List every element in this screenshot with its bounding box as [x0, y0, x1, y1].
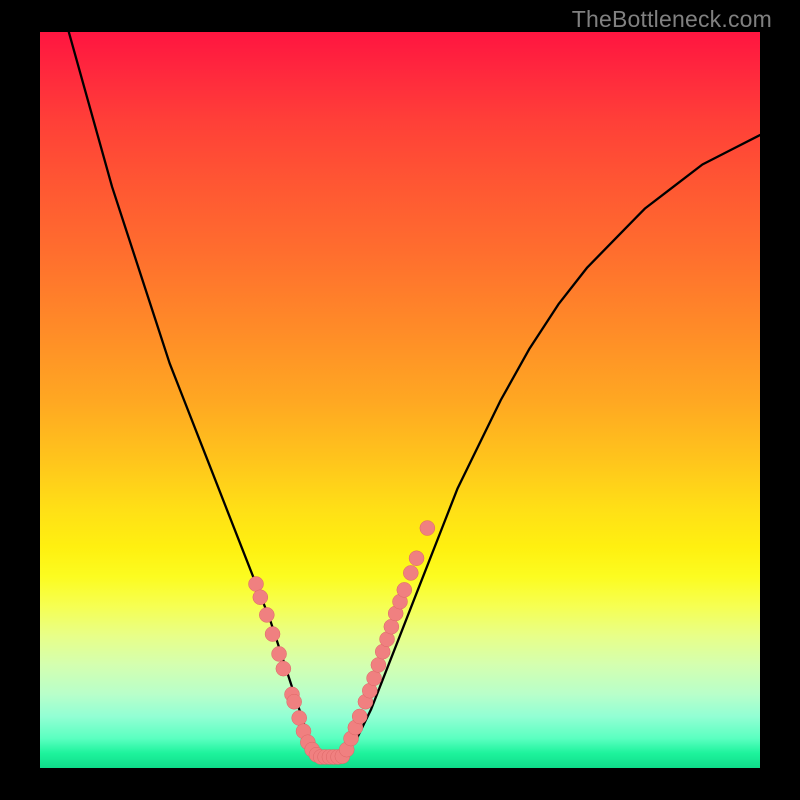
chart-frame: TheBottleneck.com [0, 0, 800, 800]
watermark-text: TheBottleneck.com [572, 6, 772, 33]
data-marker [249, 577, 264, 592]
data-marker [276, 661, 291, 676]
curve-svg [40, 32, 760, 768]
data-marker [253, 590, 268, 605]
curve-path-group [69, 32, 760, 757]
data-marker [287, 694, 302, 709]
data-marker [272, 646, 287, 661]
plot-area [40, 32, 760, 768]
data-marker [384, 619, 399, 634]
bottleneck-curve [69, 32, 760, 757]
data-marker [265, 627, 280, 642]
data-marker [420, 521, 435, 536]
data-marker [352, 709, 367, 724]
data-marker [403, 565, 418, 580]
data-marker [259, 607, 274, 622]
data-marker [292, 710, 307, 725]
data-marker [397, 582, 412, 597]
data-marker [409, 551, 424, 566]
data-marker [371, 657, 386, 672]
data-marker [367, 671, 382, 686]
